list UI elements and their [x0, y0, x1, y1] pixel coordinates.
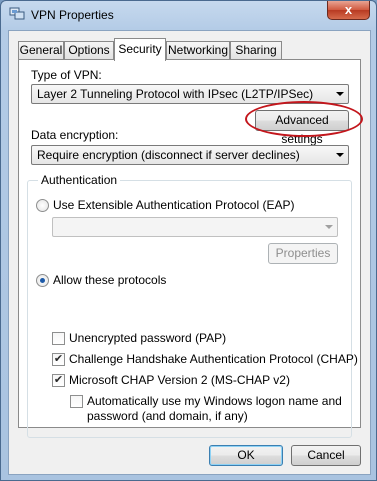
mschapv2-label[interactable]: Microsoft CHAP Version 2 (MS-CHAP v2) — [69, 373, 290, 387]
chap-label[interactable]: Challenge Handshake Authentication Proto… — [69, 352, 358, 366]
tab-networking[interactable]: Networking — [166, 41, 230, 59]
tab-options[interactable]: Options — [64, 41, 114, 59]
auto-logon-label-line2[interactable]: password (and domain, if any) — [87, 409, 248, 423]
close-icon: x — [344, 2, 353, 17]
vpn-properties-window: VPN Properties x General Options Securit… — [0, 0, 377, 481]
tab-security[interactable]: Security — [114, 38, 166, 61]
close-button[interactable]: x — [327, 1, 370, 20]
tab-general[interactable]: General — [18, 41, 64, 59]
advanced-settings-button[interactable]: Advanced settings — [255, 110, 349, 146]
ok-button[interactable]: OK — [209, 445, 283, 466]
pap-checkbox[interactable] — [52, 332, 65, 345]
tab-sharing[interactable]: Sharing — [230, 41, 282, 59]
data-encryption-select[interactable]: Require encryption (disconnect if server… — [31, 145, 349, 165]
eap-properties-button[interactable]: Properties — [268, 243, 338, 264]
chevron-down-icon — [336, 92, 344, 96]
allow-protocols-radio[interactable] — [36, 274, 49, 287]
checkmark-icon: ✔ — [53, 374, 64, 386]
vpn-type-value: Layer 2 Tunneling Protocol with IPsec (L… — [37, 87, 314, 101]
cancel-button[interactable]: Cancel — [291, 445, 361, 466]
allow-protocols-label[interactable]: Allow these protocols — [53, 273, 166, 287]
eap-method-select[interactable] — [52, 217, 338, 237]
chap-checkbox[interactable]: ✔ — [52, 353, 65, 366]
pap-label[interactable]: Unencrypted password (PAP) — [69, 331, 226, 345]
use-eap-label[interactable]: Use Extensible Authentication Protocol (… — [53, 198, 294, 212]
auto-logon-checkbox[interactable] — [70, 395, 83, 408]
auto-logon-label-line1[interactable]: Automatically use my Windows logon name … — [87, 394, 342, 408]
network-connection-icon — [9, 7, 25, 20]
title-bar[interactable]: VPN Properties x — [1, 1, 376, 29]
authentication-group-title: Authentication — [38, 173, 121, 187]
chevron-down-icon — [336, 153, 344, 157]
data-encryption-label: Data encryption: — [31, 128, 119, 142]
data-encryption-value: Require encryption (disconnect if server… — [37, 148, 300, 162]
mschapv2-checkbox[interactable]: ✔ — [52, 374, 65, 387]
use-eap-radio[interactable] — [36, 199, 49, 212]
chevron-down-icon — [325, 225, 333, 229]
vpn-type-select[interactable]: Layer 2 Tunneling Protocol with IPsec (L… — [31, 84, 349, 104]
vpn-type-label: Type of VPN: — [31, 68, 102, 82]
checkmark-icon: ✔ — [53, 353, 64, 365]
dialog-client-area: General Options Security Networking Shar… — [8, 30, 371, 475]
window-title: VPN Properties — [31, 8, 114, 22]
security-tab-panel: Type of VPN: Layer 2 Tunneling Protocol … — [18, 59, 363, 438]
authentication-group: Authentication Use Extensible Authentica… — [27, 173, 358, 438]
